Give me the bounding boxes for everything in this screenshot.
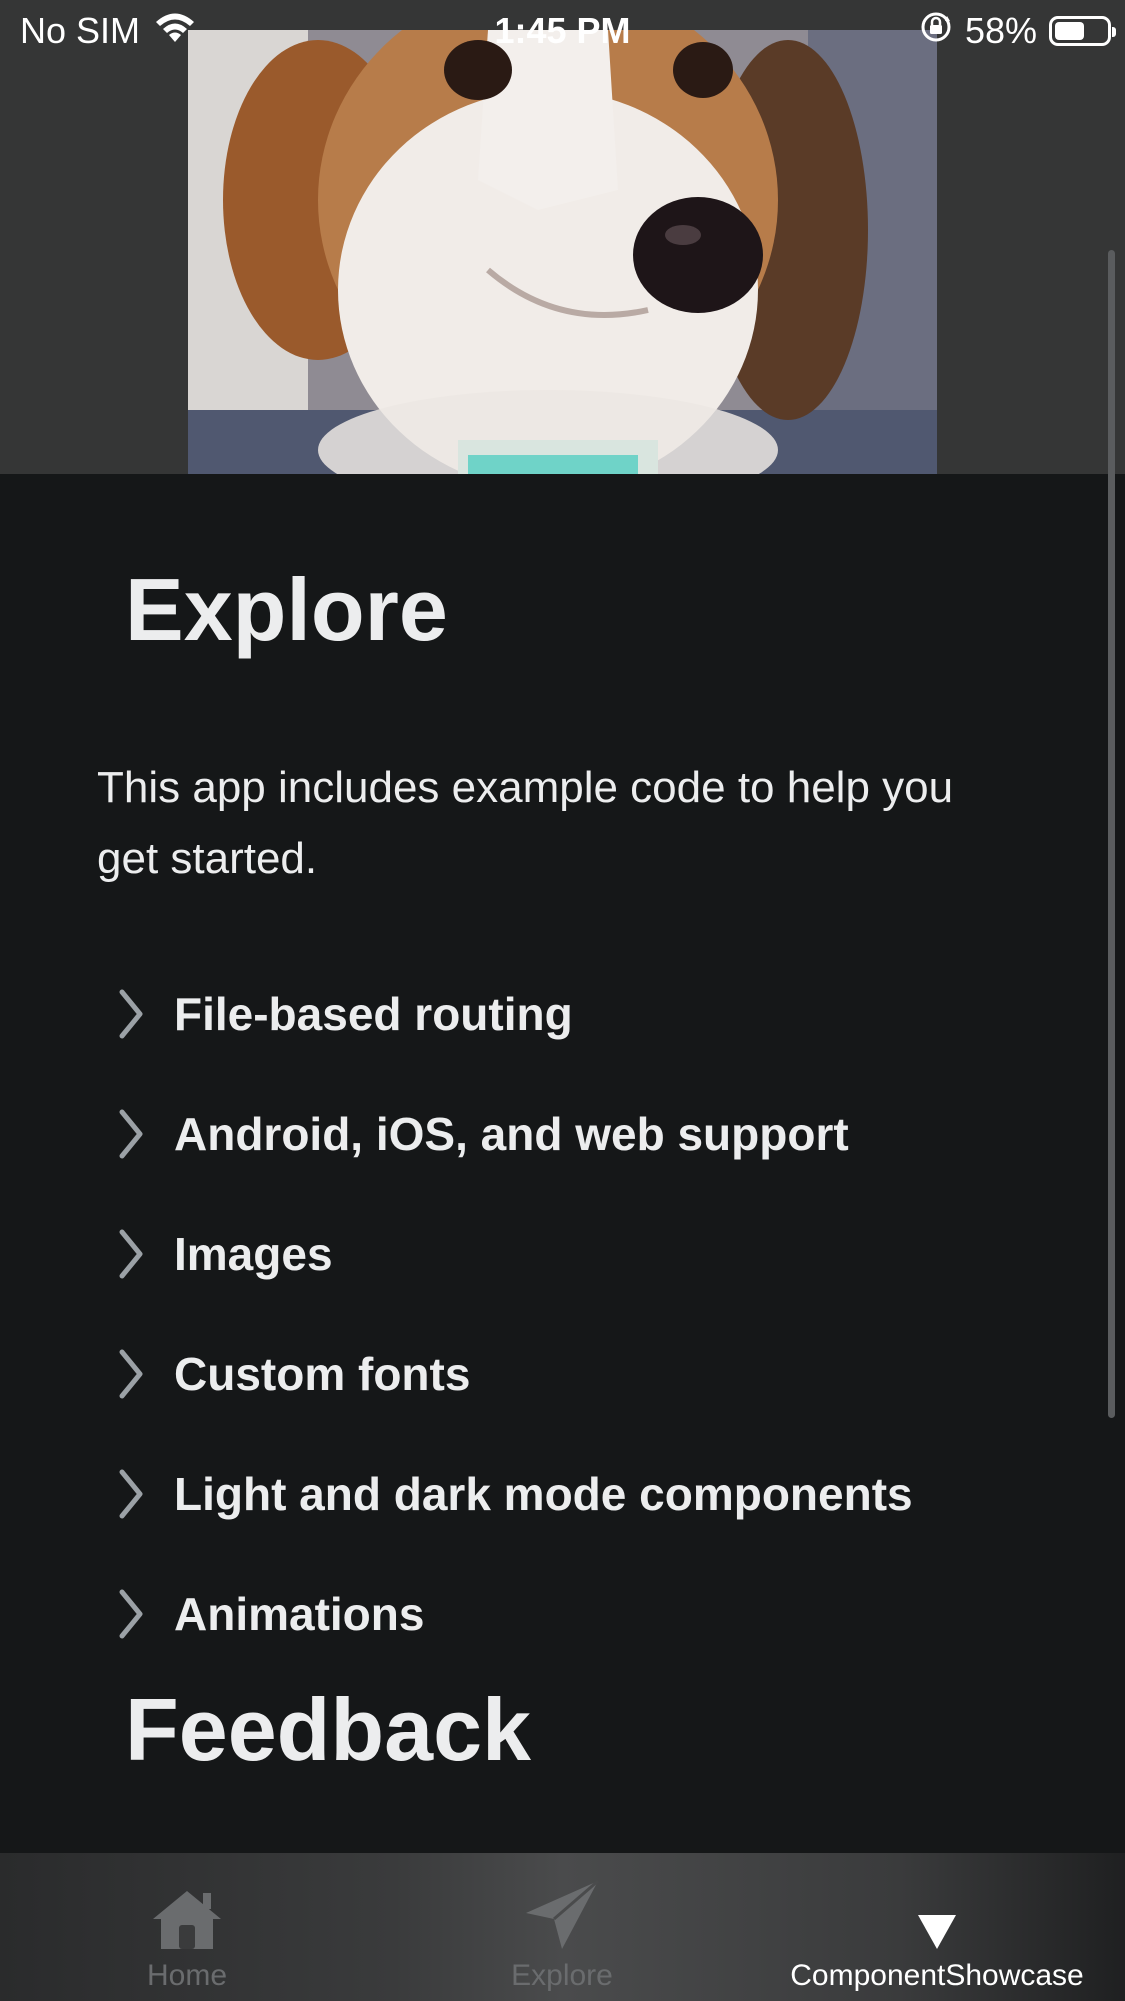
- explore-content: Explore This app includes example code t…: [0, 474, 1125, 1854]
- collapsible-label: Android, iOS, and web support: [174, 1108, 849, 1160]
- collapsible-file-based-routing[interactable]: File-based routing: [108, 974, 1088, 1054]
- dog-photo: [188, 30, 937, 474]
- collapsible-images[interactable]: Images: [108, 1214, 1088, 1294]
- collapsible-platform-support[interactable]: Android, iOS, and web support: [108, 1094, 1088, 1174]
- chevron-right-icon: [119, 1349, 143, 1399]
- collapsible-label: Animations: [174, 1588, 425, 1640]
- vertical-scrollbar[interactable]: [1108, 250, 1115, 1418]
- chevron-right-icon: [119, 1589, 143, 1639]
- house-icon: [151, 1873, 223, 1951]
- collapsible-label: Images: [174, 1228, 333, 1280]
- battery-fill: [1055, 22, 1084, 40]
- bottom-tab-bar: Home Explore ComponentShowcase: [0, 1853, 1125, 2001]
- triangle-down-icon: [916, 1873, 958, 1951]
- battery-percent: 58%: [964, 10, 1037, 51]
- tab-home[interactable]: Home: [87, 1853, 287, 2001]
- chevron-right-icon: [119, 1469, 143, 1519]
- collapsible-light-dark-mode[interactable]: Light and dark mode components: [108, 1454, 1088, 1534]
- collapsible-label: File-based routing: [174, 988, 573, 1040]
- collapsible-animations[interactable]: Animations: [108, 1574, 1088, 1654]
- collapsible-label: Custom fonts: [174, 1348, 471, 1400]
- tab-component-showcase[interactable]: ComponentShowcase: [772, 1853, 1102, 2001]
- app-screen: No SIM 1:45 PM 58% Explore This app incl…: [0, 0, 1125, 2001]
- tab-label: Home: [146, 1959, 228, 1992]
- collapsible-custom-fonts[interactable]: Custom fonts: [108, 1334, 1088, 1414]
- battery-icon: [1049, 16, 1116, 46]
- chevron-right-icon: [119, 1229, 143, 1279]
- status-bar: No SIM 1:45 PM 58%: [0, 0, 1125, 62]
- parallax-header: [0, 0, 1125, 474]
- collapsible-label: Light and dark mode components: [174, 1468, 913, 1520]
- page-title: Explore: [125, 560, 448, 659]
- tab-label: Explore: [511, 1959, 613, 1992]
- chevron-right-icon: [119, 1109, 143, 1159]
- tab-explore[interactable]: Explore: [462, 1853, 662, 2001]
- status-right: 58%: [919, 10, 1125, 53]
- chevron-right-icon: [119, 989, 143, 1039]
- wifi-icon: [154, 10, 196, 53]
- paper-plane-icon: [524, 1873, 600, 1951]
- tab-label: ComponentShowcase: [790, 1959, 1084, 1992]
- orientation-lock-icon: [919, 10, 953, 53]
- feedback-title: Feedback: [125, 1680, 531, 1779]
- status-left: No SIM: [0, 10, 196, 53]
- intro-text: This app includes example code to help y…: [97, 763, 954, 883]
- carrier-label: No SIM: [20, 10, 141, 51]
